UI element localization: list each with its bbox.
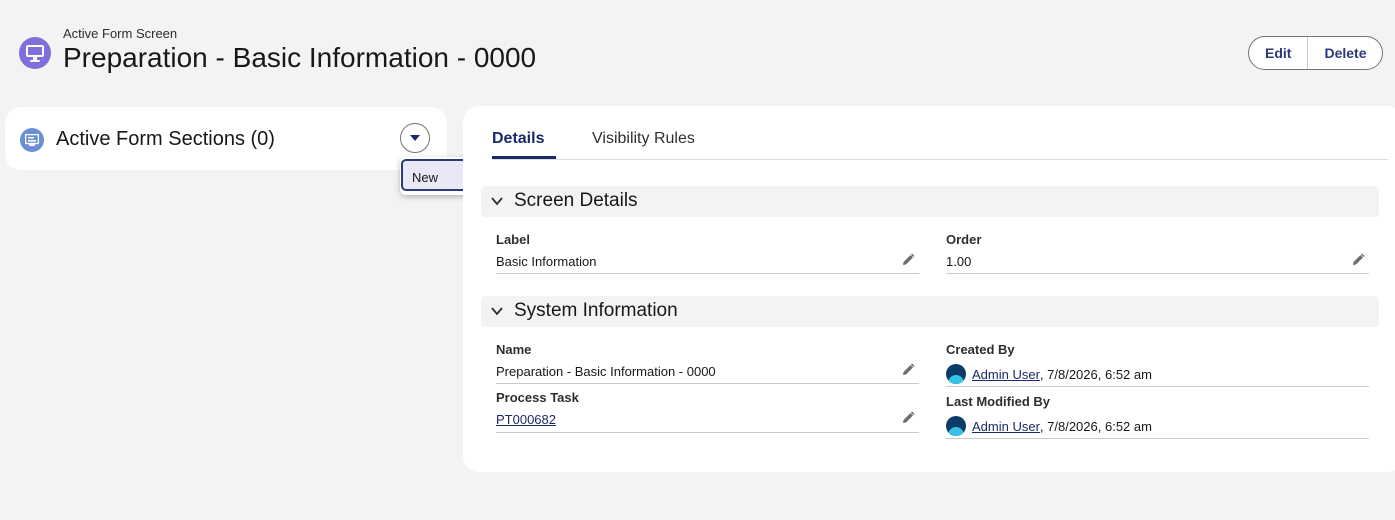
last-modified-by-timestamp: , 7/8/2026, 6:52 am (1039, 418, 1152, 434)
monitor-icon (19, 37, 51, 69)
related-list-title[interactable]: Active Form Sections (0) (56, 128, 275, 151)
field-process-task: Process Task PT000682 (496, 390, 919, 433)
caret-down-icon (410, 135, 420, 141)
last-modified-by-user-link[interactable]: Admin User (972, 419, 1040, 434)
related-list-menu-button[interactable] (400, 123, 430, 153)
field-order-value: 1.00 (946, 254, 972, 269)
tab-bar: Details Visibility Rules (492, 106, 1388, 160)
tab-visibility-rules[interactable]: Visibility Rules (592, 130, 695, 148)
chevron-down-icon (491, 307, 503, 316)
record-detail-card: Details Visibility Rules Screen Details … (463, 106, 1395, 472)
object-type-label: Active Form Screen (63, 26, 178, 41)
section-header-screen-details[interactable]: Screen Details (481, 186, 1379, 217)
chevron-down-icon (491, 197, 503, 206)
avatar (946, 416, 966, 436)
tab-details[interactable]: Details (492, 130, 544, 148)
pencil-icon[interactable] (901, 363, 915, 377)
section-title: Screen Details (514, 190, 638, 211)
field-last-modified-by-caption: Last Modified By (946, 394, 1051, 409)
section-title: System Information (514, 300, 678, 321)
related-list-card: Active Form Sections (0) (5, 107, 447, 170)
field-order: Order 1.00 (946, 232, 1369, 274)
field-created-by-caption: Created By (946, 342, 1015, 357)
field-label-value: Basic Information (496, 254, 597, 269)
page-title: Preparation - Basic Information - 0000 (63, 42, 537, 73)
field-order-caption: Order (946, 232, 982, 247)
created-by-timestamp: , 7/8/2026, 6:52 am (1039, 366, 1152, 382)
created-by-value: Admin User , 7/8/2026, 6:52 am (946, 364, 1152, 384)
section-header-system-information[interactable]: System Information (481, 296, 1379, 327)
field-name-caption: Name (496, 342, 532, 357)
form-section-icon (20, 128, 44, 152)
pencil-icon[interactable] (901, 253, 915, 267)
field-name: Name Preparation - Basic Information - 0… (496, 342, 919, 384)
process-task-link[interactable]: PT000682 (496, 412, 556, 427)
pencil-icon[interactable] (901, 411, 915, 425)
field-name-value: Preparation - Basic Information - 0000 (496, 364, 716, 379)
field-label-caption: Label (496, 232, 530, 247)
delete-button[interactable]: Delete (1307, 37, 1382, 69)
field-last-modified-by: Last Modified By Admin User , 7/8/2026, … (946, 394, 1369, 439)
avatar (946, 364, 966, 384)
created-by-user-link[interactable]: Admin User (972, 367, 1040, 382)
field-process-task-caption: Process Task (496, 390, 579, 405)
field-label: Label Basic Information (496, 232, 919, 274)
last-modified-by-value: Admin User , 7/8/2026, 6:52 am (946, 416, 1152, 436)
edit-button[interactable]: Edit (1249, 37, 1307, 69)
active-tab-indicator (492, 156, 556, 159)
pencil-icon[interactable] (1351, 253, 1365, 267)
field-created-by: Created By Admin User , 7/8/2026, 6:52 a… (946, 342, 1369, 387)
header-button-group: Edit Delete (1248, 36, 1384, 70)
